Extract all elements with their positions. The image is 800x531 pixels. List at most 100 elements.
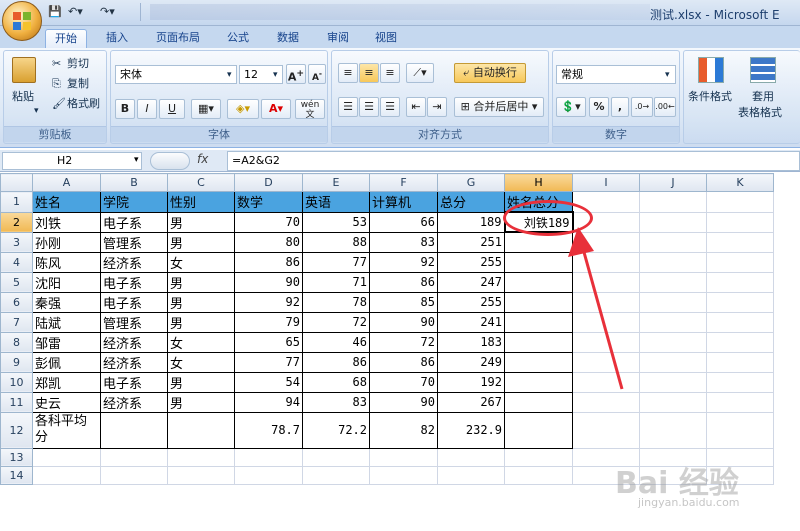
cell-J2[interactable] (639, 211, 707, 233)
cut-icon[interactable]: ✂ (52, 56, 61, 72)
cell-G5[interactable]: 247 (437, 271, 505, 293)
office-button[interactable] (2, 1, 42, 41)
cell-C14[interactable] (167, 465, 235, 485)
cell-F14[interactable] (369, 465, 438, 485)
cell-F1[interactable]: 计算机 (369, 191, 438, 213)
conditional-format-button[interactable]: 条件格式 (688, 89, 732, 105)
cell-E5[interactable]: 71 (302, 271, 370, 293)
row-header-8[interactable]: 8 (0, 331, 33, 353)
undo-icon[interactable]: ↶▾ (68, 5, 83, 20)
cell-C4[interactable]: 女 (167, 251, 235, 273)
cell-D4[interactable]: 86 (234, 251, 303, 273)
cell-A10[interactable]: 郑凯 (32, 371, 101, 393)
cell-B9[interactable]: 经济系 (100, 351, 168, 373)
cell-B8[interactable]: 经济系 (100, 331, 168, 353)
bold-button[interactable]: B (115, 99, 135, 119)
cell-C12[interactable] (167, 411, 235, 449)
cell-J6[interactable] (639, 291, 707, 313)
tab-data[interactable]: 数据 (268, 29, 308, 48)
phonetic-button[interactable]: wén 文 (295, 99, 325, 120)
cell-G11[interactable]: 267 (437, 391, 505, 413)
cell-G3[interactable]: 251 (437, 231, 505, 253)
cell-F10[interactable]: 70 (369, 371, 438, 393)
cell-D13[interactable] (234, 447, 303, 467)
tab-insert[interactable]: 插入 (96, 29, 138, 48)
cell-A8[interactable]: 邹雷 (32, 331, 101, 353)
number-format-select[interactable]: 常规 (556, 65, 676, 84)
paste-button[interactable]: 粘贴 (12, 89, 34, 105)
row-header-7[interactable]: 7 (0, 311, 33, 333)
cell-C11[interactable]: 男 (167, 391, 235, 413)
cell-E12[interactable]: 72.2 (302, 411, 370, 449)
merge-center-button[interactable]: ⊞ 合并后居中 ▾ (454, 97, 544, 117)
cell-H11[interactable] (504, 391, 573, 413)
cell-K10[interactable] (706, 371, 774, 393)
font-name-dropdown-icon[interactable]: ▾ (227, 67, 232, 83)
cell-G6[interactable]: 255 (437, 291, 505, 313)
column-header-c[interactable]: C (167, 173, 235, 192)
redo-icon[interactable]: ↷▾ (100, 5, 115, 20)
cell-D7[interactable]: 79 (234, 311, 303, 333)
cell-B3[interactable]: 管理系 (100, 231, 168, 253)
cell-B5[interactable]: 电子系 (100, 271, 168, 293)
cell-D12[interactable]: 78.7 (234, 411, 303, 449)
align-top-icon[interactable]: ≡ (338, 63, 358, 83)
cell-C6[interactable]: 男 (167, 291, 235, 313)
font-size-dropdown-icon[interactable]: ▾ (273, 67, 278, 83)
cell-G10[interactable]: 192 (437, 371, 505, 393)
row-header-12[interactable]: 12 (0, 411, 33, 449)
cell-I12[interactable] (572, 411, 640, 449)
row-header-11[interactable]: 11 (0, 391, 33, 413)
row-header-10[interactable]: 10 (0, 371, 33, 393)
cell-A12[interactable]: 各科平均分 (32, 411, 101, 449)
cell-E9[interactable]: 86 (302, 351, 370, 373)
cell-C1[interactable]: 性别 (167, 191, 235, 213)
wrap-text-button[interactable]: ⤶ 自动换行 (454, 63, 526, 83)
cell-G8[interactable]: 183 (437, 331, 505, 353)
cell-B1[interactable]: 学院 (100, 191, 168, 213)
cell-D1[interactable]: 数学 (234, 191, 303, 213)
column-header-b[interactable]: B (100, 173, 168, 192)
conditional-format-icon[interactable] (698, 57, 724, 83)
cell-J10[interactable] (639, 371, 707, 393)
column-header-a[interactable]: A (32, 173, 101, 192)
fill-color-icon[interactable]: ◈▾ (227, 99, 259, 119)
cell-G7[interactable]: 241 (437, 311, 505, 333)
grow-font-icon[interactable]: A+ (286, 64, 306, 84)
cell-K7[interactable] (706, 311, 774, 333)
cell-B2[interactable]: 电子系 (100, 211, 168, 233)
align-left-icon[interactable]: ☰ (338, 97, 358, 117)
cell-J8[interactable] (639, 331, 707, 353)
border-icon[interactable]: ▦▾ (191, 99, 221, 119)
column-header-j[interactable]: J (639, 173, 707, 192)
column-header-g[interactable]: G (437, 173, 505, 192)
underline-button[interactable]: U (159, 99, 185, 119)
decrease-decimal-icon[interactable]: .00← (654, 97, 676, 117)
column-header-e[interactable]: E (302, 173, 370, 192)
cell-F6[interactable]: 85 (369, 291, 438, 313)
column-header-k[interactable]: K (706, 173, 774, 192)
decrease-indent-icon[interactable]: ⇤ (406, 97, 426, 117)
cell-E13[interactable] (302, 447, 370, 467)
percent-button[interactable]: % (589, 97, 609, 117)
cell-D6[interactable]: 92 (234, 291, 303, 313)
cell-D8[interactable]: 65 (234, 331, 303, 353)
orientation-icon[interactable]: ⟋▾ (406, 63, 434, 83)
italic-button[interactable]: I (137, 99, 157, 119)
cell-G2[interactable]: 189 (437, 211, 505, 233)
row-header-9[interactable]: 9 (0, 351, 33, 373)
cell-B6[interactable]: 电子系 (100, 291, 168, 313)
font-name-select[interactable]: 宋体 (115, 65, 237, 84)
cell-E2[interactable]: 53 (302, 211, 370, 233)
tab-review[interactable]: 审阅 (318, 29, 358, 48)
cell-K8[interactable] (706, 331, 774, 353)
currency-icon[interactable]: 💲▾ (556, 97, 586, 117)
cell-E8[interactable]: 46 (302, 331, 370, 353)
tab-page-layout[interactable]: 页面布局 (148, 29, 208, 48)
row-header-2[interactable]: 2 (0, 211, 33, 233)
cell-K3[interactable] (706, 231, 774, 253)
row-header-1[interactable]: 1 (0, 191, 33, 213)
number-format-dropdown-icon[interactable]: ▾ (665, 67, 670, 83)
cell-G13[interactable] (437, 447, 505, 467)
copy-button[interactable]: 复制 (67, 76, 89, 92)
